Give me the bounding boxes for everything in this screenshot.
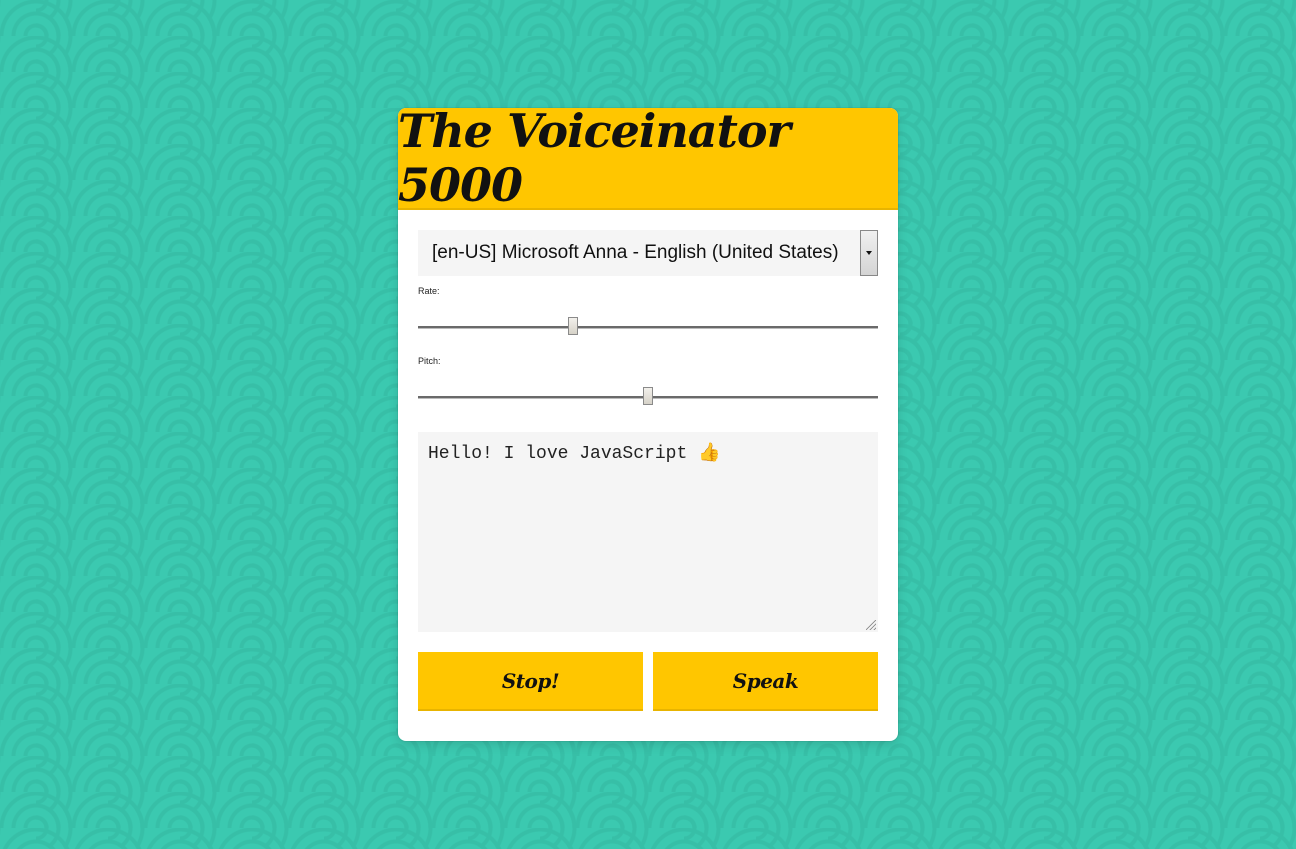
resize-grip-icon[interactable]: [866, 620, 876, 630]
button-row: Stop! Speak: [418, 652, 878, 711]
message-textarea[interactable]: Hello! I love JavaScript 👍: [418, 432, 878, 632]
panel-body: [en-US] Microsoft Anna - English (United…: [398, 210, 898, 711]
pitch-slider-thumb[interactable]: [643, 387, 653, 405]
voiceinator-panel: The Voiceinator 5000 [en-US] Microsoft A…: [398, 108, 898, 741]
rate-slider[interactable]: [418, 298, 878, 346]
page-title: The Voiceinator 5000: [398, 108, 791, 212]
rate-slider-track: [418, 326, 878, 329]
pitch-label: Pitch:: [418, 356, 441, 366]
rate-slider-thumb[interactable]: [568, 317, 579, 335]
speak-button[interactable]: Speak: [653, 652, 878, 711]
chevron-down-icon[interactable]: [860, 230, 878, 276]
message-text: Hello! I love JavaScript 👍: [428, 444, 721, 464]
header: The Voiceinator 5000: [398, 108, 898, 212]
voice-select[interactable]: [en-US] Microsoft Anna - English (United…: [418, 230, 878, 276]
stop-button[interactable]: Stop!: [418, 652, 643, 711]
rate-label: Rate:: [418, 286, 440, 296]
voice-select-value: [en-US] Microsoft Anna - English (United…: [432, 242, 839, 263]
pitch-slider[interactable]: [418, 368, 878, 416]
